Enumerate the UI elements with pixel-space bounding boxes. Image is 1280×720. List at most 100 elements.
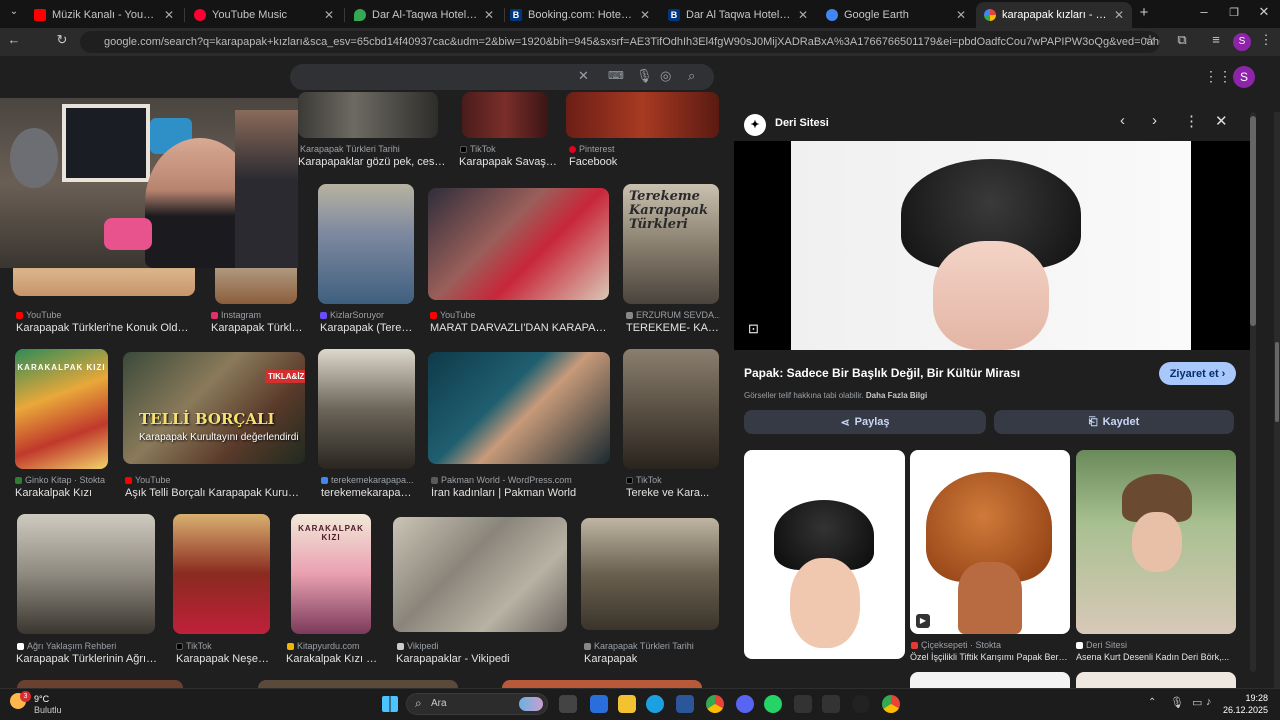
visit-button[interactable]: Ziyaret et › [1159, 362, 1236, 385]
reload-icon[interactable]: ↻ [52, 32, 72, 48]
related-image[interactable] [1076, 450, 1236, 634]
minimize-icon[interactable]: – [1194, 4, 1214, 19]
chrome-icon[interactable] [706, 695, 724, 713]
result-image[interactable]: Terekeme Karapapak Türkleri [623, 184, 719, 304]
app-icon[interactable] [794, 695, 812, 713]
result-caption[interactable]: MARAT DARVAZLI'DAN KARAPAPAK ... [430, 322, 610, 334]
clock-date[interactable]: 26.12.2025 [1216, 705, 1268, 715]
save-button[interactable]: ⎗ Kaydet [994, 410, 1234, 434]
result-caption[interactable]: Karapapak Savaşç... [459, 156, 559, 168]
scroll-thumb[interactable] [1275, 342, 1279, 422]
lens-search-icon[interactable]: ⊡ [748, 321, 759, 337]
result-caption[interactable]: TEREKEME- KAR... [626, 322, 720, 334]
next-icon[interactable]: › [1152, 112, 1157, 129]
mic-icon[interactable]: 🎙 [636, 68, 653, 84]
maximize-icon[interactable]: ❐ [1224, 6, 1244, 19]
more-info-link[interactable]: Daha Fazla Bilgi [866, 391, 927, 400]
apps-grid-icon[interactable]: ⋮⋮ [1204, 68, 1232, 85]
related-image[interactable] [1076, 672, 1236, 688]
result-caption[interactable]: Aşık Telli Borçalı Karapapak Kurultayı'.… [125, 487, 300, 499]
result-caption[interactable]: Karapapaklar gözü pek, cesur, sava... [298, 156, 448, 168]
result-image[interactable] [623, 349, 719, 469]
tab-search-icon[interactable]: ⌄ [4, 6, 24, 17]
result-caption[interactable]: terekemekarapapa... [321, 487, 416, 499]
result-image[interactable] [393, 517, 567, 632]
result-image[interactable] [318, 349, 415, 469]
mic-icon[interactable]: 🎙 [1170, 696, 1184, 709]
task-view-icon[interactable] [559, 695, 577, 713]
result-caption[interactable]: Karapapak (Tereke... [320, 322, 416, 334]
weather-temp[interactable]: 9°C [34, 694, 49, 704]
search-input[interactable]: ✕ ⌨ 🎙 ◎ ⌕ [290, 64, 714, 90]
close-window-icon[interactable]: ✕ [1254, 4, 1274, 20]
result-image[interactable] [428, 188, 609, 300]
share-button[interactable]: ⋖ Paylaş [744, 410, 986, 434]
close-tab-icon[interactable]: ✕ [484, 8, 494, 22]
media-control-icon[interactable]: ≡ [1206, 32, 1226, 47]
edge-icon[interactable] [646, 695, 664, 713]
weather-desc[interactable]: Bulutlu [34, 705, 62, 715]
taskbar-search[interactable]: ⌕ Ara [406, 693, 548, 715]
tab-2[interactable]: YouTube Music ✕ [186, 2, 342, 28]
tab-1[interactable]: Müzik Kanalı - YouTube ✕ [26, 2, 182, 28]
tab-7-active[interactable]: karapapak kızları - Google'da A ✕ [976, 2, 1132, 28]
search-icon[interactable]: ⌕ [688, 68, 695, 84]
more-options-icon[interactable]: ⋮ [1184, 112, 1199, 130]
close-tab-icon[interactable]: ✕ [956, 8, 966, 22]
keyboard-icon[interactable]: ⌨ [608, 69, 624, 82]
panel-title[interactable]: Papak: Sadece Bir Başlık Değil, Bir Kült… [744, 366, 1144, 380]
result-image[interactable] [17, 680, 183, 688]
result-image[interactable] [462, 92, 548, 138]
result-image[interactable] [581, 518, 719, 630]
windows-start-icon[interactable] [382, 696, 398, 712]
discord-icon[interactable] [736, 695, 754, 713]
result-image[interactable] [298, 92, 438, 138]
menu-kebab-icon[interactable]: ⋮ [1256, 32, 1276, 48]
result-image[interactable] [502, 680, 702, 688]
result-caption[interactable]: Karapapaklar - Vikipedi [396, 653, 566, 665]
panel-scrollbar[interactable] [1250, 112, 1256, 672]
extensions-icon[interactable]: ⧉ [1172, 32, 1192, 48]
scroll-thumb[interactable] [1250, 116, 1256, 326]
display-icon[interactable]: ▭ [1192, 696, 1202, 709]
result-caption[interactable]: Karapapak [584, 653, 720, 665]
app-icon[interactable] [822, 695, 840, 713]
result-image[interactable]: TELLİ BORÇALI Karapapak Kurultayını değe… [123, 352, 305, 464]
tray-chevron-icon[interactable]: ⌃ [1148, 697, 1156, 708]
related-image[interactable] [910, 672, 1070, 688]
prev-icon[interactable]: ‹ [1120, 112, 1125, 129]
result-caption[interactable]: Tereke ve Kara... [626, 487, 720, 499]
result-image[interactable] [318, 184, 414, 304]
related-image[interactable] [744, 450, 905, 659]
profile-avatar[interactable]: S [1233, 33, 1251, 51]
clear-icon[interactable]: ✕ [578, 68, 589, 84]
app-icon[interactable] [676, 695, 694, 713]
close-panel-icon[interactable]: ✕ [1215, 112, 1228, 130]
result-caption[interactable]: Karakalpak Kızı [15, 487, 115, 499]
volume-icon[interactable]: ♪ [1206, 696, 1212, 708]
result-image[interactable] [17, 514, 155, 634]
bookmark-star-icon[interactable]: ☆ [1140, 32, 1160, 48]
tab-6[interactable]: Google Earth ✕ [818, 2, 974, 28]
store-icon[interactable] [590, 695, 608, 713]
result-image[interactable]: KARAKALPAK KIZI [291, 514, 371, 634]
result-image[interactable] [428, 352, 610, 464]
result-image[interactable] [566, 92, 719, 138]
close-tab-icon[interactable]: ✕ [324, 8, 334, 22]
obs-icon[interactable] [852, 695, 870, 713]
result-image[interactable] [258, 680, 458, 688]
close-tab-icon[interactable]: ✕ [1114, 8, 1124, 22]
result-caption[interactable]: Karapapak Neşesi:... [176, 653, 270, 665]
tab-4[interactable]: B Booking.com: Hotels in Medine ✕ [502, 2, 658, 28]
close-tab-icon[interactable]: ✕ [798, 8, 808, 22]
chrome-icon[interactable] [882, 695, 900, 713]
related-image[interactable]: ▶ [910, 450, 1070, 634]
preview-image[interactable] [791, 141, 1191, 350]
result-caption[interactable]: Karapapak Türkleri'ne Konuk Olduk - İf..… [16, 322, 194, 334]
result-image[interactable]: KARAKALPAK KIZI [15, 349, 108, 469]
new-tab-icon[interactable]: + [1134, 4, 1154, 21]
result-caption[interactable]: Karapapak Türklerinin Ağrı'ya ... [16, 653, 158, 665]
lens-icon[interactable]: ◎ [660, 68, 671, 84]
result-image[interactable] [173, 514, 270, 634]
result-caption[interactable]: Karakalpak Kızı (T... [286, 653, 378, 665]
